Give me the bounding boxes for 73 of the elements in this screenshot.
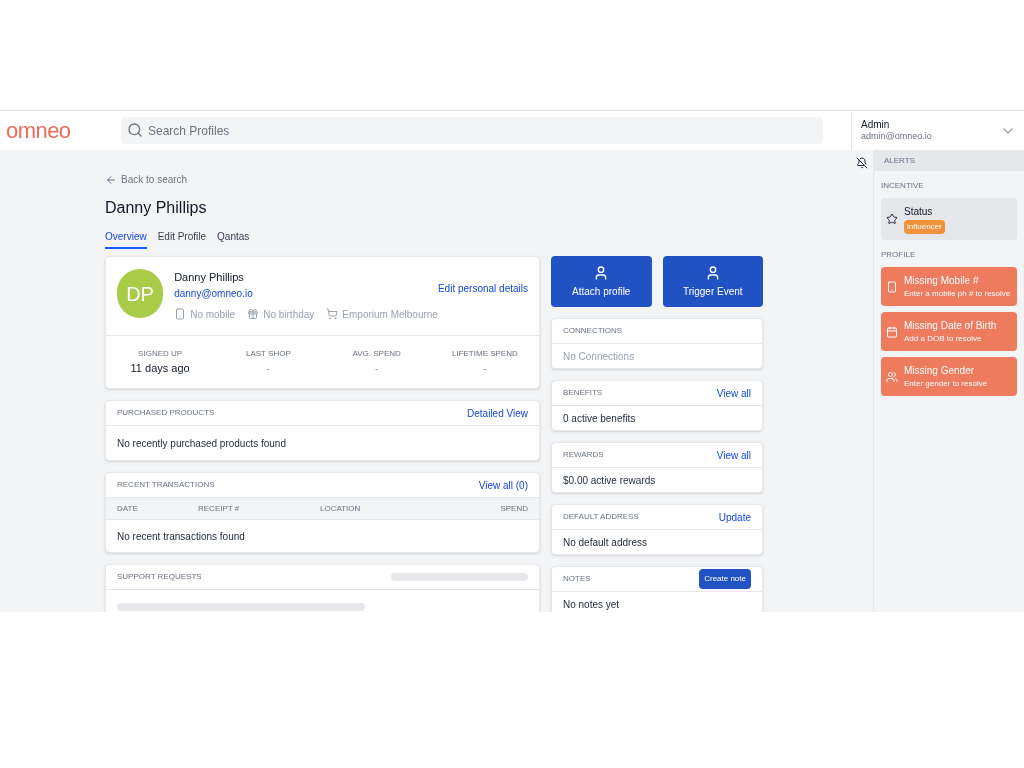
tab[interactable]: Edit Profile: [157, 229, 207, 249]
stat-label: AVG. SPEND: [352, 347, 401, 360]
column-header: RECEIPT #: [198, 502, 241, 515]
profile-detail: Emporium Melbourne: [342, 307, 438, 322]
empty-message: No recently purchased products found: [117, 436, 286, 451]
cart-icon: [326, 308, 339, 320]
status-tag: influencer: [904, 220, 945, 234]
logo: omneo: [5, 119, 72, 142]
profile-detail: No mobile: [190, 307, 236, 322]
phone-icon: [174, 308, 187, 320]
card-title: PURCHASED PRODUCTS: [117, 407, 215, 419]
phone-icon: [886, 280, 898, 293]
section-title: PROFILE: [881, 249, 917, 261]
edit-details-link[interactable]: Edit personal details: [437, 281, 528, 296]
action-button[interactable]: Attach profile: [551, 256, 652, 307]
stat-value: -: [266, 360, 271, 376]
profile-name: Danny Phillips: [174, 270, 245, 285]
page-title: Danny Phillips: [105, 198, 208, 218]
card-title: RECENT TRANSACTIONS: [117, 479, 215, 491]
people-icon: [886, 370, 898, 383]
stat-label: LAST SHOP: [246, 347, 291, 360]
card-link[interactable]: Update: [718, 509, 751, 525]
stat-value: -: [374, 360, 379, 376]
stat-label: SIGNED UP: [138, 347, 183, 360]
column-header: DATE: [117, 502, 139, 515]
card-title: BENEFITS: [563, 387, 603, 399]
alert-text: Add a DOB to resolve: [904, 333, 982, 345]
card-link[interactable]: View all: [716, 385, 751, 401]
card-body-text: No default address: [563, 535, 647, 550]
arrow-left-icon: [105, 173, 117, 186]
user-email: admin@omneo.io: [861, 131, 932, 143]
card-body-text: $0.00 active rewards: [563, 473, 656, 488]
empty-message: No recent transactions found: [117, 529, 245, 544]
section-title: INCENTIVE: [881, 180, 925, 192]
calendar-icon: [886, 325, 898, 338]
tab[interactable]: Qantas: [217, 229, 250, 249]
card-title: SUPPORT REQUESTS: [117, 571, 202, 583]
search-field[interactable]: Search Profiles: [121, 117, 823, 144]
view-all-link[interactable]: View all (0): [478, 477, 528, 493]
card-body-text: No notes yet: [563, 597, 620, 612]
alert-text: Enter gender to resolve: [904, 378, 988, 390]
search-icon: [127, 122, 143, 138]
column-header: LOCATION: [320, 502, 362, 515]
card-body-text: No Connections: [563, 349, 635, 364]
alert-title: Status: [904, 205, 933, 219]
tab[interactable]: Overview: [105, 229, 147, 249]
alert-text: Enter a mobile ph # to resolve: [904, 288, 1011, 300]
stat-value: -: [483, 360, 487, 376]
card-title: DEFAULT ADDRESS: [563, 511, 639, 523]
action-button[interactable]: Trigger Event: [662, 256, 763, 307]
alert-title: Missing Date of Birth: [904, 319, 997, 333]
star-icon: [886, 213, 898, 225]
alert-card[interactable]: Status influencer: [881, 198, 1017, 240]
user-name: Admin: [861, 118, 891, 132]
back-link[interactable]: Back to search: [105, 172, 188, 187]
bell-off-icon[interactable]: [856, 157, 868, 169]
alerts-title: ALERTS: [884, 154, 915, 167]
column-header: SPEND: [500, 502, 528, 515]
alert-title: Missing Gender: [904, 364, 975, 378]
email-link[interactable]: danny@omneo.io: [174, 285, 438, 301]
stat-value: 11 days ago: [130, 360, 190, 376]
detailed-view-link[interactable]: Detailed View: [467, 405, 528, 421]
alert-title: Missing Mobile #: [904, 274, 979, 288]
card-link[interactable]: View all: [716, 447, 751, 463]
card-title: REWARDS: [563, 449, 604, 461]
stat-label: LIFETIME SPEND: [451, 347, 518, 360]
avatar: DP: [117, 269, 164, 318]
card-title: NOTES: [563, 573, 591, 585]
card-body-text: 0 active benefits: [563, 411, 636, 426]
create-note-button[interactable]: Create note: [699, 569, 751, 589]
gift-icon: [247, 308, 260, 320]
profile-detail: No birthday: [263, 307, 315, 322]
card-title: CONNECTIONS: [563, 325, 623, 337]
